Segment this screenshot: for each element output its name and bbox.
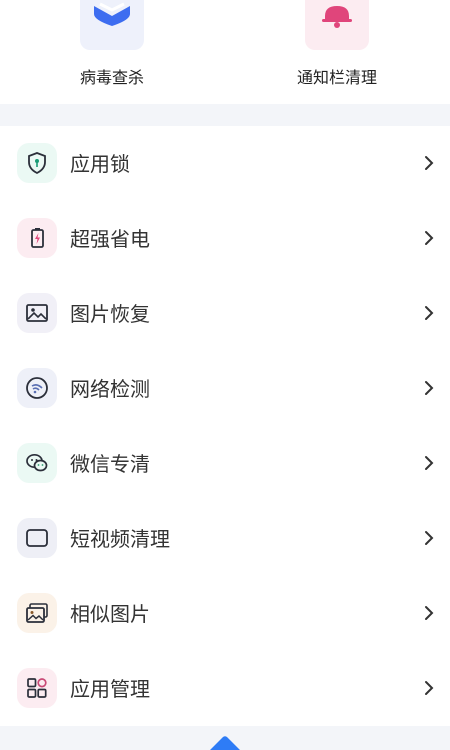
network-icon	[26, 377, 48, 399]
menu-item-label: 短视频清理	[70, 527, 170, 551]
photo-recovery-tile	[17, 293, 57, 333]
chevron-right-icon	[425, 456, 434, 470]
menu-item-network-check[interactable]: 网络检测	[0, 351, 450, 426]
short-video-clean-tile	[17, 518, 57, 558]
shield-lock-icon	[28, 152, 46, 175]
notification-clean-label: 通知栏清理	[296, 68, 377, 87]
virus-scan-label: 病毒查杀	[79, 68, 144, 87]
power-saving-tile	[17, 218, 57, 258]
chevron-right-icon	[425, 306, 434, 320]
menu-item-app-lock[interactable]: 应用锁	[0, 126, 450, 201]
menu-item-label: 超强省电	[70, 227, 150, 251]
menu-item-wechat-clean[interactable]: 微信专清	[0, 426, 450, 501]
menu-item-power-saving[interactable]: 超强省电	[0, 201, 450, 276]
chevron-right-icon	[425, 531, 434, 545]
app-management-tile	[17, 668, 57, 708]
menu-item-similar-photos[interactable]: 相似图片	[0, 576, 450, 651]
menu-item-label: 应用锁	[70, 152, 130, 176]
video-icon	[26, 529, 48, 547]
bottom-band	[0, 726, 450, 750]
app-manage-icon	[27, 678, 47, 698]
image-icon	[26, 304, 48, 322]
similar-photos-tile	[17, 593, 57, 633]
wechat-icon	[26, 453, 48, 472]
chevron-right-icon	[425, 681, 434, 695]
menu-item-label: 微信专清	[70, 452, 150, 476]
menu-item-label: 应用管理	[70, 677, 150, 701]
notification-clean-tile	[305, 0, 369, 50]
chevron-right-icon	[425, 381, 434, 395]
menu-item-app-management[interactable]: 应用管理	[0, 651, 450, 726]
section-divider	[0, 104, 450, 126]
shield-scan-icon	[94, 2, 130, 26]
battery-icon	[31, 228, 44, 248]
virus-scan-tile	[80, 0, 144, 50]
bell-icon	[322, 6, 352, 28]
menu-item-label: 网络检测	[70, 377, 150, 401]
feature-row: 病毒查杀 通知栏清理	[0, 0, 450, 104]
chevron-right-icon	[425, 231, 434, 245]
home-tab-icon[interactable]	[208, 735, 242, 750]
chevron-right-icon	[425, 606, 434, 620]
wechat-clean-tile	[17, 443, 57, 483]
menu-item-photo-recovery[interactable]: 图片恢复	[0, 276, 450, 351]
app-lock-tile	[17, 143, 57, 183]
network-check-tile	[17, 368, 57, 408]
similar-image-icon	[26, 603, 48, 623]
menu-item-short-video-clean[interactable]: 短视频清理	[0, 501, 450, 576]
menu-item-label: 图片恢复	[70, 302, 150, 326]
chevron-right-icon	[425, 156, 434, 170]
menu-item-label: 相似图片	[70, 602, 150, 626]
